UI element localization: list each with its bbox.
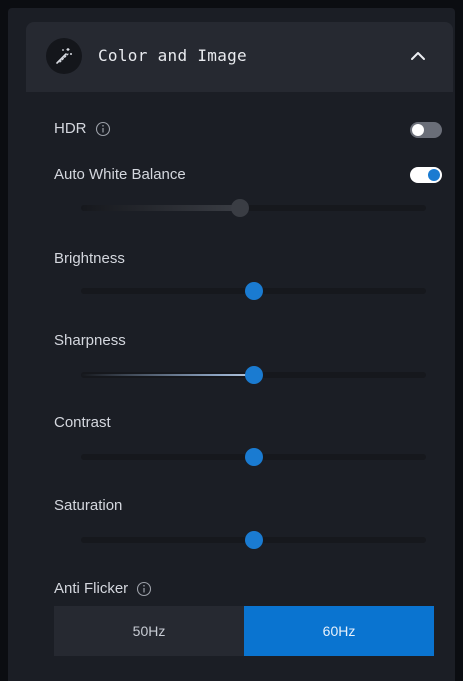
toggle-knob bbox=[412, 124, 424, 136]
option-50hz-button[interactable]: 50Hz bbox=[54, 606, 244, 656]
section-header[interactable]: Color and Image bbox=[26, 22, 453, 92]
awb-toggle[interactable] bbox=[410, 167, 442, 183]
slider-thumb[interactable] bbox=[230, 199, 249, 217]
saturation-label: Saturation bbox=[54, 497, 123, 514]
contrast-slider[interactable] bbox=[81, 447, 426, 467]
section-content: HDR Auto White Balance Brightness Sharpn… bbox=[26, 92, 453, 681]
section-title: Color and Image bbox=[98, 46, 247, 65]
slider-thumb[interactable] bbox=[244, 448, 263, 466]
awb-slider[interactable] bbox=[81, 198, 426, 218]
contrast-label-row: Contrast bbox=[54, 414, 111, 431]
info-icon[interactable] bbox=[136, 581, 152, 597]
settings-panel: Color and Image HDR Auto White Balance B… bbox=[8, 8, 455, 681]
awb-label: Auto White Balance bbox=[54, 166, 186, 183]
brightness-label-row: Brightness bbox=[54, 250, 125, 267]
slider-thumb[interactable] bbox=[244, 282, 263, 300]
slider-thumb[interactable] bbox=[244, 531, 263, 549]
brightness-label: Brightness bbox=[54, 250, 125, 267]
contrast-label: Contrast bbox=[54, 414, 111, 431]
saturation-slider[interactable] bbox=[81, 530, 426, 550]
sharpness-label-row: Sharpness bbox=[54, 332, 126, 349]
option-60hz-button[interactable]: 60Hz bbox=[244, 606, 434, 656]
chevron-up-icon[interactable] bbox=[406, 44, 430, 68]
info-icon[interactable] bbox=[95, 121, 111, 137]
toggle-knob bbox=[428, 169, 440, 181]
awb-label-row: Auto White Balance bbox=[54, 166, 186, 183]
brightness-slider[interactable] bbox=[81, 281, 426, 301]
magic-wand-icon bbox=[46, 38, 82, 74]
hdr-label: HDR bbox=[54, 120, 87, 137]
slider-fill bbox=[81, 374, 254, 376]
sharpness-label: Sharpness bbox=[54, 332, 126, 349]
anti-flicker-label: Anti Flicker bbox=[54, 580, 129, 597]
sharpness-slider[interactable] bbox=[81, 365, 426, 385]
hdr-toggle[interactable] bbox=[410, 122, 442, 138]
anti-flicker-segmented-control: 50Hz 60Hz bbox=[54, 606, 434, 656]
saturation-label-row: Saturation bbox=[54, 497, 122, 514]
slider-thumb[interactable] bbox=[244, 366, 263, 384]
slider-fill bbox=[81, 205, 240, 211]
app-window: Color and Image HDR Auto White Balance B… bbox=[0, 0, 463, 681]
anti-flicker-label-row: Anti Flicker bbox=[54, 580, 152, 597]
hdr-label-row: HDR bbox=[54, 120, 111, 137]
